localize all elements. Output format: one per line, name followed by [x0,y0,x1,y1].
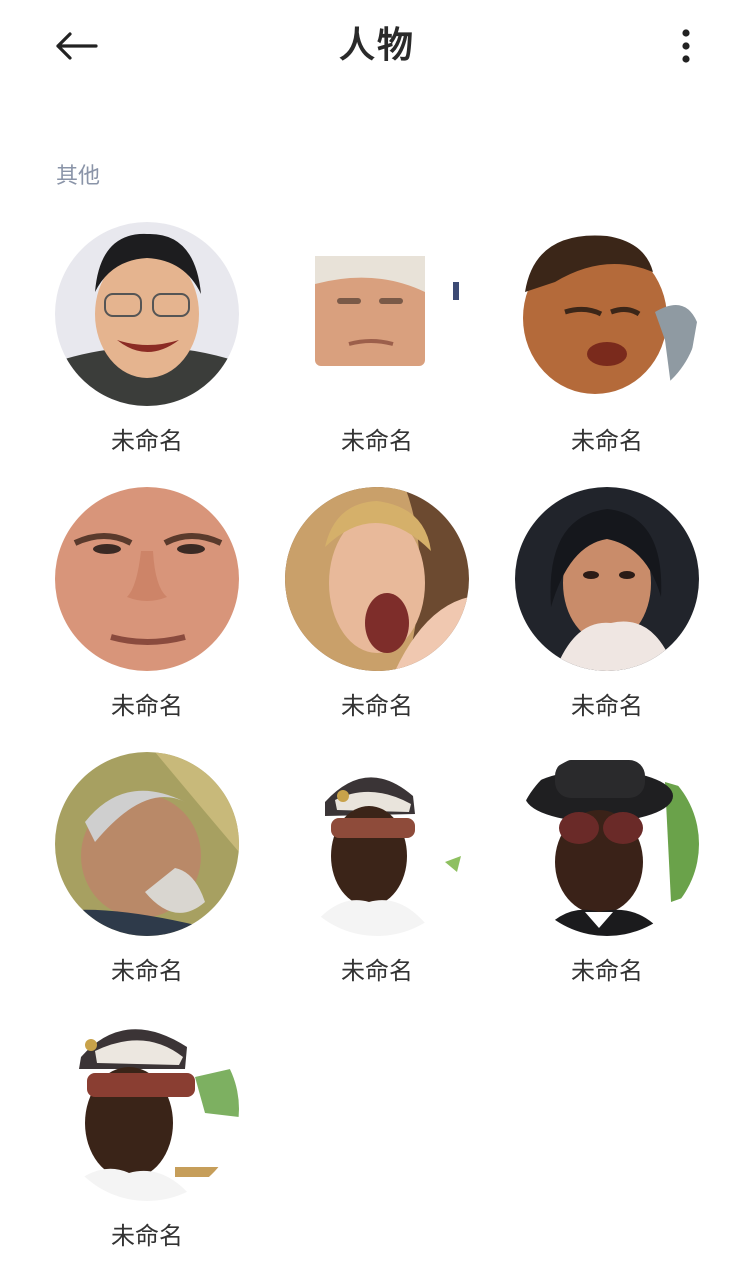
person-item[interactable]: 未命名 [32,752,262,1017]
person-name: 未命名 [111,692,183,720]
person-item[interactable]: 未命名 [32,222,262,487]
person-item[interactable]: 未命名 [492,752,722,1017]
page-title: 人物 [338,25,415,66]
person-item[interactable]: 未命名 [492,487,722,752]
person-name: 未命名 [571,427,643,455]
person-avatar [515,487,699,671]
person-name: 未命名 [341,427,413,455]
person-avatar [515,752,699,936]
person-avatar [55,222,239,406]
person-name: 未命名 [111,957,183,985]
person-avatar [285,222,469,406]
person-avatar [55,1017,239,1201]
person-avatar [285,487,469,671]
person-avatar [285,752,469,936]
person-name: 未命名 [111,1222,183,1250]
person-avatar [55,752,239,936]
app-bar: 人物 [0,0,754,92]
person-item[interactable]: 未命名 [32,487,262,752]
person-item[interactable]: 未命名 [492,222,722,487]
person-item[interactable]: 未命名 [262,752,492,1017]
person-item[interactable]: 未命名 [262,222,492,487]
person-name: 未命名 [571,957,643,985]
person-avatar [55,487,239,671]
person-item[interactable]: 未命名 [262,487,492,752]
person-name: 未命名 [111,427,183,455]
person-avatar [515,222,699,406]
person-item[interactable]: 未命名 [32,1017,262,1282]
person-name: 未命名 [571,692,643,720]
section-label-other: 其他 [56,164,101,189]
person-name: 未命名 [341,692,413,720]
more-vertical-icon [682,29,690,63]
more-options-button[interactable] [664,22,708,70]
person-name: 未命名 [341,957,413,985]
